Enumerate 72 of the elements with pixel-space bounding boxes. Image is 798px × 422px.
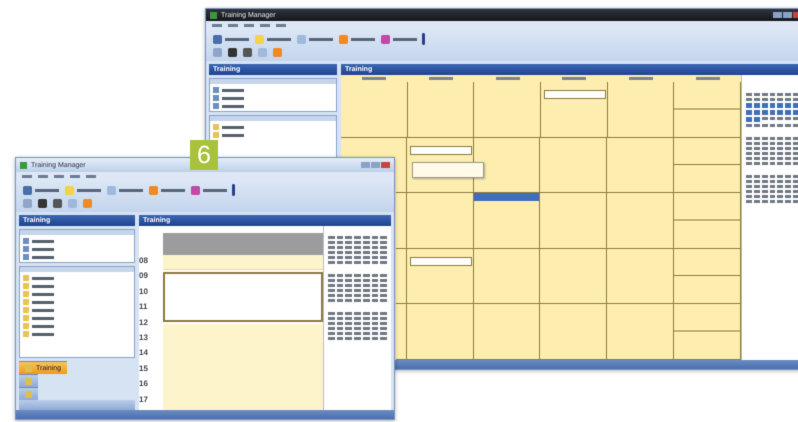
day-cell[interactable] [406, 248, 474, 304]
day-cell[interactable] [396, 304, 407, 360]
hour-label: 13 [139, 333, 149, 344]
window-controls-icon[interactable] [361, 162, 390, 168]
day-cell[interactable] [607, 138, 674, 194]
mini-calendar-drawing[interactable] [328, 312, 387, 340]
mini-calendar-drawing[interactable] [746, 137, 798, 165]
nav-button[interactable] [19, 387, 38, 400]
day-cell[interactable] [674, 193, 741, 249]
day-cell[interactable] [674, 138, 741, 194]
mini-calendar-drawing[interactable] [746, 175, 798, 203]
day-cell[interactable] [396, 248, 407, 304]
tooltip [412, 162, 484, 178]
day-cell[interactable] [474, 82, 542, 138]
hour-label: 12 [139, 318, 149, 329]
menu-bar[interactable] [16, 172, 394, 181]
day-cell[interactable] [674, 304, 741, 360]
day-cell[interactable] [474, 248, 540, 304]
hour-label: 09 [139, 271, 149, 282]
toolbar-button[interactable] [242, 47, 253, 58]
day-cell[interactable] [396, 193, 407, 249]
day-cell[interactable] [406, 304, 474, 360]
thermometer-icon [422, 33, 425, 45]
thermometer-icon [232, 184, 235, 196]
day-cell[interactable] [607, 304, 674, 360]
toolbar-button[interactable] [148, 184, 186, 196]
toolbar-button[interactable] [338, 34, 376, 44]
day-cell[interactable] [607, 193, 674, 249]
day-cell[interactable] [408, 82, 474, 138]
toolbar-button[interactable] [106, 184, 144, 196]
day-cell[interactable] [341, 82, 408, 138]
day-cell[interactable] [540, 193, 608, 249]
day-cell[interactable] [607, 248, 674, 304]
hour-label: 16 [139, 379, 149, 390]
toolbar-button[interactable] [52, 198, 63, 209]
hour-label: 10 [139, 286, 149, 298]
day-cell[interactable] [396, 138, 407, 194]
step-badge: 6 [190, 140, 218, 170]
hour-label: 14 [139, 348, 149, 360]
day-cell[interactable] [541, 82, 608, 138]
toolbar-button[interactable] [37, 198, 48, 209]
hour-label: 08 [139, 256, 149, 267]
mini-calendar-drawing[interactable] [328, 236, 387, 264]
toolbar-button[interactable] [22, 184, 60, 196]
toolbar-button[interactable] [64, 184, 102, 196]
window-controls-icon[interactable] [773, 12, 798, 18]
event-box[interactable] [163, 272, 323, 322]
app-icon [20, 162, 27, 168]
app-icon [210, 12, 217, 18]
day-cell[interactable] [474, 138, 540, 194]
day-cell[interactable] [474, 304, 540, 360]
day-cell[interactable] [674, 248, 741, 304]
hour-label: 11 [139, 302, 148, 314]
mini-calendar-drawing[interactable] [328, 274, 387, 302]
toolbar-button[interactable] [296, 34, 334, 44]
hour-label: 17 [139, 394, 149, 406]
mini-calendar-drawing[interactable] [746, 93, 798, 127]
menu-bar[interactable] [206, 21, 798, 30]
toolbar-button[interactable] [190, 184, 228, 196]
toolbar-button[interactable] [227, 47, 238, 58]
day-cell[interactable] [674, 82, 742, 138]
toolbar-button[interactable] [380, 34, 418, 44]
toolbar-button[interactable] [254, 34, 292, 44]
day-cell[interactable] [608, 82, 674, 138]
day-cell[interactable] [540, 138, 608, 194]
day-cell[interactable] [540, 248, 608, 304]
day-cell[interactable] [540, 304, 608, 360]
nav-button[interactable] [19, 374, 38, 387]
hour-label: 15 [139, 364, 149, 375]
toolbar-button[interactable] [212, 34, 250, 44]
day-cell[interactable] [406, 193, 474, 249]
day-cell[interactable] [474, 193, 540, 249]
